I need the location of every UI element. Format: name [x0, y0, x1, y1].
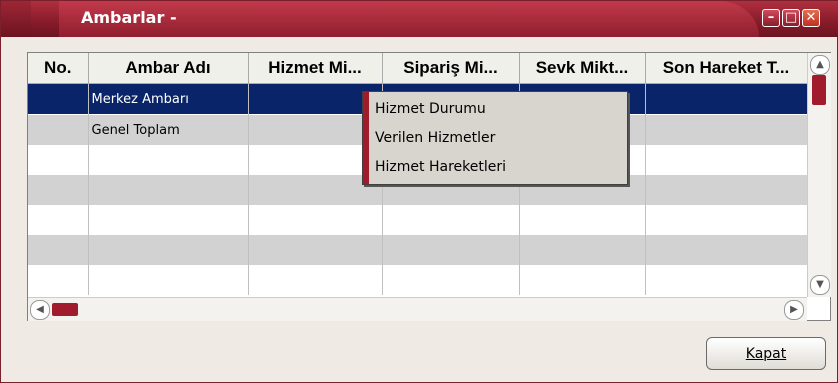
- cell: [28, 265, 89, 295]
- scroll-up-icon[interactable]: ▲: [810, 55, 830, 75]
- horizontal-scrollbar[interactable]: ◀ ▶: [28, 297, 807, 321]
- column-header-name[interactable]: Ambar Adı: [88, 53, 249, 84]
- cell: [248, 235, 383, 265]
- table-row[interactable]: [28, 265, 808, 295]
- cell-no: [28, 114, 89, 145]
- maximize-icon: □: [784, 10, 798, 25]
- cell-no: [28, 83, 89, 115]
- scroll-left-icon[interactable]: ◀: [30, 300, 50, 320]
- cell: [645, 205, 808, 235]
- cell: [28, 235, 89, 265]
- cell: [382, 235, 520, 265]
- window-title: Ambarlar -: [81, 8, 177, 27]
- column-header-last-movement[interactable]: Son Hareket T...: [645, 53, 808, 84]
- header-row: No. Ambar Adı Hizmet Mi... Sipariş Mi...…: [28, 53, 808, 84]
- cell: [645, 235, 808, 265]
- close-button-label: Kapat: [745, 345, 787, 362]
- close-button[interactable]: ✕: [802, 9, 820, 27]
- title-bar[interactable]: Ambarlar - – □ ✕: [1, 1, 838, 37]
- cell: [382, 205, 520, 235]
- cell: [645, 114, 808, 145]
- vertical-scrollbar[interactable]: ▲ ▼: [807, 53, 831, 297]
- cell: [519, 265, 646, 295]
- cell-name: Merkez Ambarı: [88, 83, 249, 115]
- cell: [88, 265, 249, 295]
- cell: [382, 265, 520, 295]
- cell: [28, 205, 89, 235]
- table-row[interactable]: [28, 235, 808, 265]
- column-header-order-qty[interactable]: Sipariş Mi...: [382, 53, 520, 84]
- cell: [645, 265, 808, 295]
- cell-name: Genel Toplam: [88, 114, 249, 145]
- context-menu: Hizmet Durumu Verilen Hizmetler Hizmet H…: [362, 91, 628, 185]
- scroll-down-icon[interactable]: ▼: [810, 275, 830, 295]
- cell: [645, 83, 808, 115]
- minimize-button[interactable]: –: [762, 9, 780, 27]
- cell: [519, 205, 646, 235]
- menu-item-hizmet-hareketleri[interactable]: Hizmet Hareketleri: [375, 155, 506, 179]
- title-bar-lead: [1, 1, 31, 37]
- cell: [645, 145, 808, 175]
- cell: [88, 205, 249, 235]
- menu-item-hizmet-durumu[interactable]: Hizmet Durumu: [375, 97, 486, 121]
- column-header-no[interactable]: No.: [28, 53, 89, 84]
- cell: [28, 145, 89, 175]
- column-header-service-qty[interactable]: Hizmet Mi...: [248, 53, 383, 84]
- close-dialog-button[interactable]: Kapat: [706, 337, 826, 370]
- column-header-shipment-qty[interactable]: Sevk Mikt...: [519, 53, 646, 84]
- horizontal-scroll-thumb[interactable]: [52, 303, 78, 316]
- cell: [88, 235, 249, 265]
- close-icon: ✕: [805, 10, 817, 25]
- vertical-scroll-thumb[interactable]: [812, 75, 826, 105]
- menu-accent-bar: [363, 92, 369, 184]
- menu-item-verilen-hizmetler[interactable]: Verilen Hizmetler: [375, 126, 495, 150]
- minimize-icon: –: [767, 10, 775, 25]
- cell: [248, 265, 383, 295]
- table-row[interactable]: [28, 205, 808, 235]
- scroll-right-icon[interactable]: ▶: [784, 300, 804, 320]
- cell: [519, 235, 646, 265]
- maximize-button[interactable]: □: [782, 9, 800, 27]
- cell: [88, 145, 249, 175]
- cell: [645, 175, 808, 205]
- cell: [248, 205, 383, 235]
- ambarlar-window: Ambarlar - – □ ✕ No. Ambar Adı Hizmet Mi…: [0, 0, 838, 383]
- cell: [28, 175, 89, 205]
- cell: [88, 175, 249, 205]
